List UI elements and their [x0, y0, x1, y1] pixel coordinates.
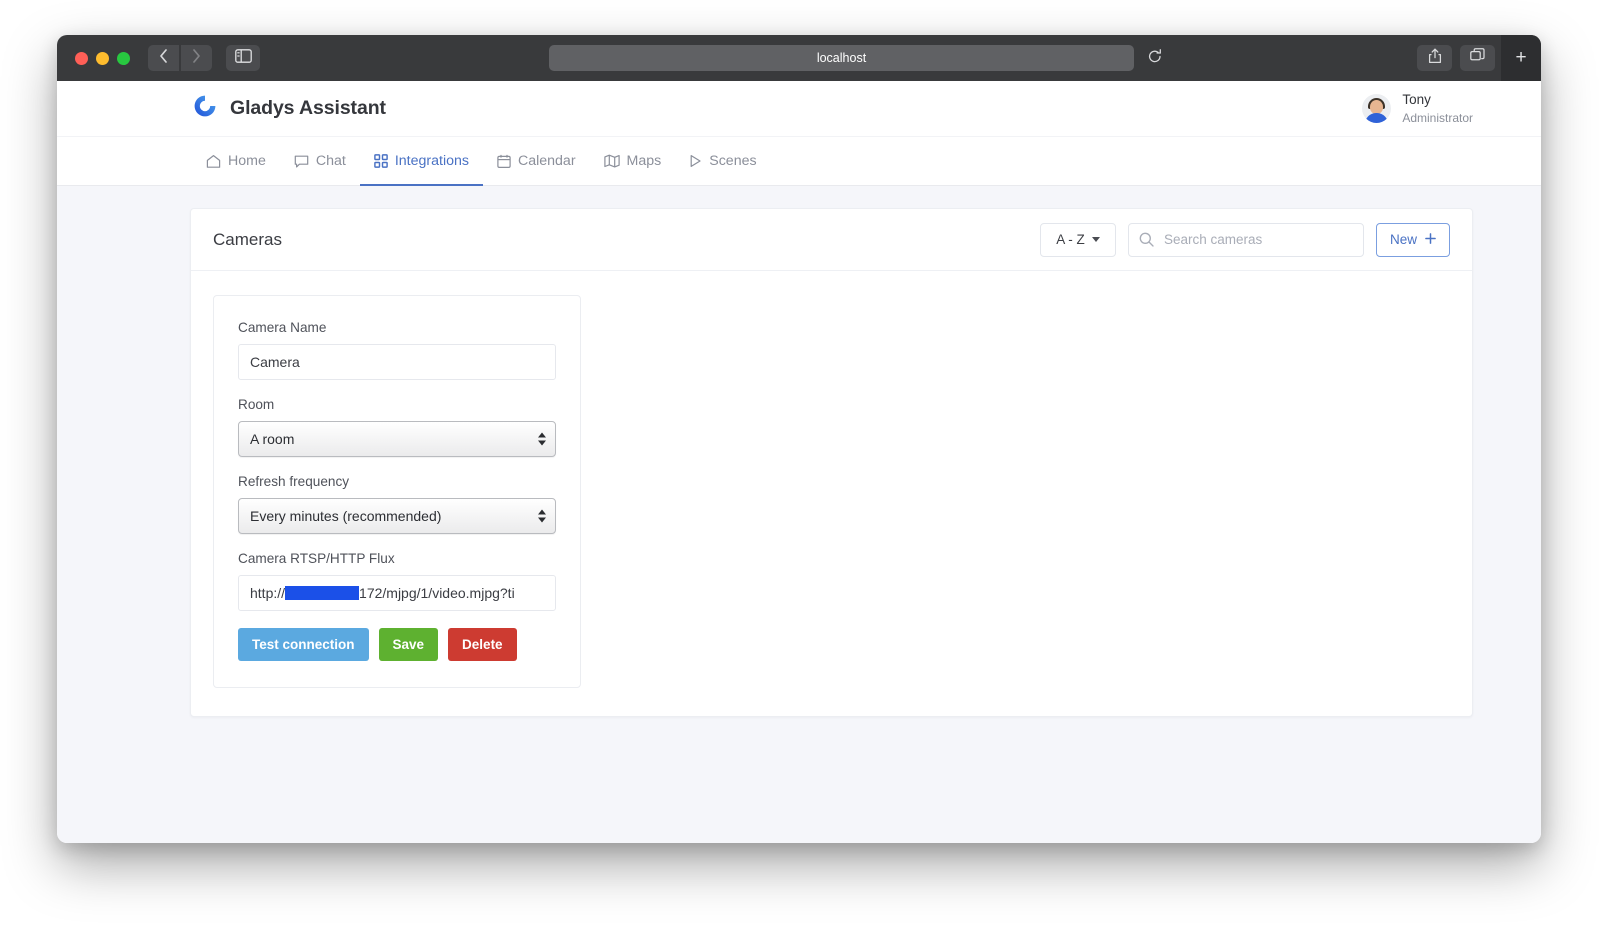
gladys-logo-icon — [192, 93, 218, 124]
brand-title: Gladys Assistant — [230, 97, 386, 119]
room-select[interactable]: A room — [238, 421, 556, 457]
camera-flux-field-group: Camera RTSP/HTTP Flux http:// 172/mjpg/1… — [238, 551, 556, 611]
tab-overview-icon — [1470, 48, 1485, 68]
nav-tab-chat[interactable]: Chat — [280, 137, 360, 185]
camera-name-label: Camera Name — [238, 320, 327, 335]
calendar-icon — [497, 154, 511, 169]
map-icon — [603, 154, 620, 168]
caret-down-icon — [1091, 237, 1100, 242]
camera-flux-value-suffix: 172/mjpg/1/video.mjpg?ti — [359, 585, 515, 601]
home-icon — [206, 154, 221, 169]
new-camera-button-label: New — [1389, 232, 1417, 247]
screenshot-root: localhost + Gladys Assistant Tony Admini… — [0, 0, 1600, 936]
nav-tab-home[interactable]: Home — [192, 137, 280, 185]
close-window-button[interactable] — [75, 51, 88, 65]
chat-icon — [294, 154, 309, 169]
user-menu[interactable]: Tony Administrator — [1362, 91, 1473, 125]
reload-icon[interactable] — [1148, 49, 1162, 69]
cameras-card-content: Camera Name Room A room — [191, 271, 1472, 716]
address-bar-text: localhost — [816, 51, 867, 65]
grid-icon — [374, 154, 388, 168]
camera-name-input[interactable] — [238, 344, 556, 380]
browser-window: localhost + Gladys Assistant Tony Admini… — [57, 35, 1541, 843]
nav-tab-scenes-label: Scenes — [709, 153, 757, 169]
main-navigation: Home Chat Integrations Calendar Maps Sce… — [57, 137, 1541, 186]
camera-flux-value-prefix: http:// — [250, 585, 286, 601]
nav-tab-chat-label: Chat — [315, 153, 346, 169]
cameras-card: Cameras A - Z Search cameras New Camera … — [190, 208, 1473, 717]
nav-tab-calendar-label: Calendar — [517, 153, 576, 169]
minimize-window-button[interactable] — [96, 51, 109, 65]
camera-flux-label: Camera RTSP/HTTP Flux — [238, 551, 395, 566]
share-button[interactable] — [1417, 45, 1452, 71]
user-name: Tony — [1402, 92, 1431, 108]
page-body: Cameras A - Z Search cameras New Camera … — [57, 186, 1541, 843]
nav-tab-integrations[interactable]: Integrations — [359, 137, 484, 186]
chevron-left-icon — [159, 48, 168, 68]
browser-titlebar: localhost + — [57, 35, 1541, 81]
user-info: Tony Administrator — [1402, 91, 1473, 125]
search-icon — [1139, 232, 1154, 252]
plus-icon: + — [1515, 47, 1527, 68]
search-camera-wrapper — [1127, 222, 1364, 257]
camera-flux-input[interactable]: http:// 172/mjpg/1/video.mjpg?ti — [238, 575, 556, 611]
nav-tab-integrations-label: Integrations — [394, 153, 469, 169]
cameras-toolbar: A - Z Search cameras New — [1039, 222, 1450, 257]
share-icon — [1428, 48, 1442, 69]
nav-tab-maps[interactable]: Maps — [590, 137, 676, 185]
camera-action-buttons: Test connection Save Delete — [238, 628, 556, 661]
browser-toolbar-right — [1417, 45, 1495, 71]
avatar — [1362, 94, 1392, 123]
window-traffic-lights — [75, 51, 130, 65]
refresh-frequency-select[interactable]: Every minutes (recommended) — [238, 498, 556, 534]
room-label: Room — [238, 397, 275, 412]
nav-tab-home-label: Home — [228, 153, 266, 169]
chevron-right-icon — [192, 48, 201, 68]
browser-nav-buttons — [148, 45, 212, 71]
sidebar-toggle-icon — [234, 48, 252, 68]
user-role: Administrator — [1402, 110, 1473, 125]
redaction-block — [285, 586, 360, 600]
sort-dropdown[interactable]: A - Z — [1039, 222, 1116, 257]
page-title: Cameras — [213, 229, 282, 249]
nav-tab-maps-label: Maps — [626, 153, 662, 169]
save-button[interactable]: Save — [378, 628, 439, 661]
camera-name-field-group: Camera Name — [238, 320, 556, 380]
app-header: Gladys Assistant Tony Administrator — [57, 81, 1541, 137]
search-input[interactable] — [1127, 222, 1364, 257]
plus-icon — [1425, 232, 1436, 247]
new-tab-button[interactable]: + — [1501, 35, 1541, 81]
delete-button[interactable]: Delete — [448, 628, 517, 661]
refresh-frequency-select-value: Every minutes (recommended) — [250, 508, 442, 524]
address-bar[interactable]: localhost — [549, 45, 1161, 71]
room-select-value: A room — [250, 431, 295, 447]
refresh-frequency-field-group: Refresh frequency Every minutes (recomme… — [238, 474, 556, 534]
nav-tab-scenes[interactable]: Scenes — [675, 137, 770, 185]
tab-overview-button[interactable] — [1460, 45, 1495, 71]
new-camera-button[interactable]: New — [1375, 222, 1450, 257]
stepper-updown-icon — [538, 509, 546, 523]
back-button[interactable] — [148, 45, 179, 71]
test-connection-button[interactable]: Test connection — [238, 628, 369, 661]
play-icon — [689, 154, 702, 168]
sidebar-toggle-button[interactable] — [226, 45, 260, 71]
refresh-frequency-label: Refresh frequency — [238, 474, 350, 489]
brand[interactable]: Gladys Assistant — [192, 93, 386, 124]
cameras-card-header: Cameras A - Z Search cameras New — [191, 209, 1472, 271]
sort-dropdown-label: A - Z — [1056, 232, 1085, 247]
zoom-window-button[interactable] — [117, 51, 130, 65]
camera-edit-panel: Camera Name Room A room — [213, 295, 581, 688]
stepper-updown-icon — [538, 432, 546, 446]
room-field-group: Room A room — [238, 397, 556, 457]
nav-tab-calendar[interactable]: Calendar — [483, 137, 590, 185]
forward-button[interactable] — [181, 45, 212, 71]
